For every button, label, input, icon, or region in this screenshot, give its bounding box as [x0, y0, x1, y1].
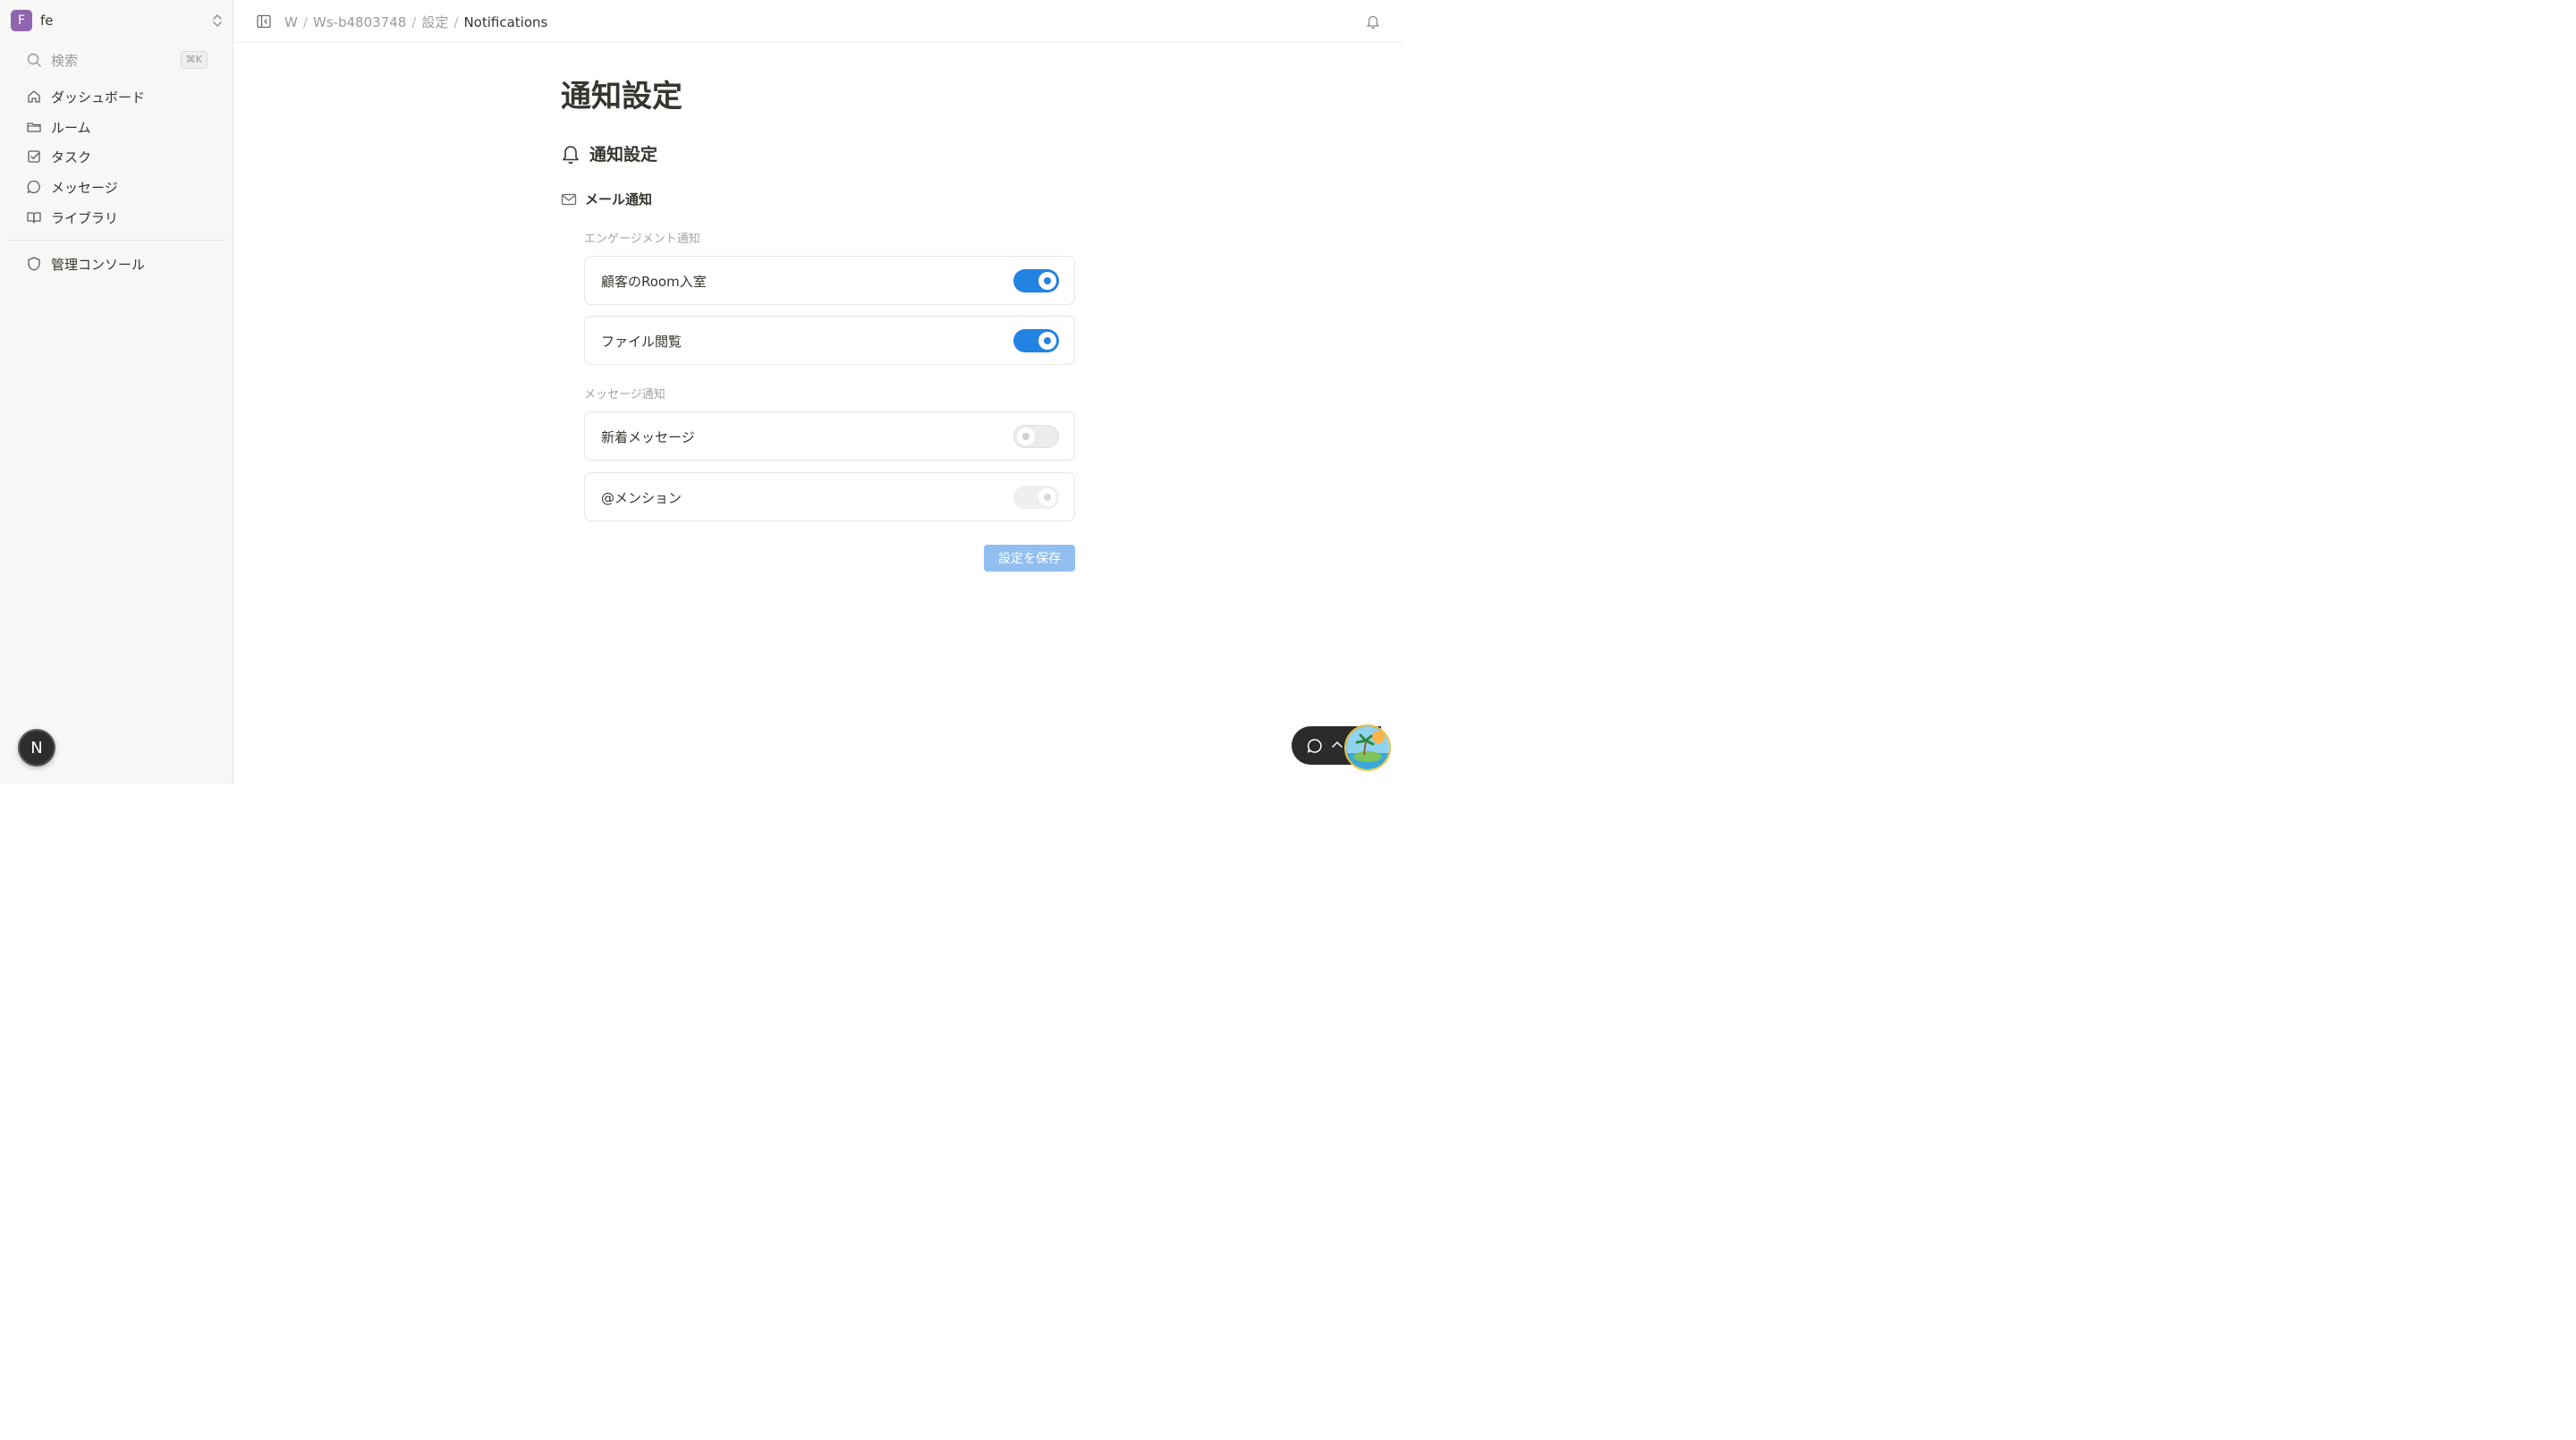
search-icon	[27, 53, 41, 67]
setting-file-view: ファイル閲覧	[584, 316, 1075, 365]
breadcrumb-item[interactable]: Ws-b4803748	[313, 14, 406, 30]
workspace-name: fe	[40, 13, 54, 29]
sidebar-item-messages[interactable]: メッセージ	[18, 174, 215, 200]
mail-icon	[561, 193, 577, 205]
sidebar-item-library[interactable]: ライブラリ	[18, 204, 215, 231]
breadcrumb: W / Ws-b4803748 / 設定 / Notifications	[284, 13, 547, 31]
folder-icon	[27, 123, 41, 132]
setting-label: ファイル閲覧	[601, 334, 682, 350]
sidebar-item-tasks[interactable]: タスク	[18, 143, 215, 170]
email-notification-header: メール通知	[561, 190, 652, 208]
sidebar-item-label: ダッシュボード	[51, 89, 146, 106]
breadcrumb-separator: /	[411, 13, 417, 30]
chat-icon	[1307, 739, 1322, 753]
island-avatar-image	[1346, 726, 1389, 769]
sidebar-item-rooms[interactable]: ルーム	[18, 114, 215, 140]
sidebar-item-dashboard[interactable]: ダッシュボード	[18, 83, 215, 110]
chevron-up-icon	[1332, 741, 1343, 748]
email-notification-title: メール通知	[585, 191, 653, 208]
workspace-avatar: F	[11, 10, 32, 31]
book-icon	[27, 212, 41, 224]
chat-bubble-icon	[27, 180, 40, 194]
breadcrumb-current: Notifications	[463, 13, 548, 30]
sidebar-item-label: 管理コンソール	[51, 256, 146, 273]
setting-label: 新着メッセージ	[601, 429, 695, 445]
sidebar-item-label: タスク	[51, 148, 92, 165]
setting-new-message: 新着メッセージ	[584, 411, 1075, 461]
sidebar-item-label: メッセージ	[51, 179, 118, 196]
group-label-messages: メッセージ通知	[584, 388, 665, 402]
breadcrumb-separator: /	[302, 13, 308, 30]
setting-room-entry: 顧客のRoom入室	[584, 256, 1075, 305]
user-avatar-button[interactable]: N	[18, 729, 55, 767]
chevron-up-down-icon	[213, 14, 222, 27]
checkbox-icon	[28, 150, 40, 163]
sidebar-item-admin-console[interactable]: 管理コンソール	[18, 250, 215, 277]
top-bar: W / Ws-b4803748 / 設定 / Notifications	[234, 0, 1402, 43]
breadcrumb-item[interactable]: W	[284, 14, 298, 30]
sidebar-toggle-icon[interactable]	[256, 13, 272, 30]
room-entry-toggle[interactable]	[1013, 269, 1059, 292]
mention-toggle[interactable]	[1013, 486, 1059, 509]
breadcrumb-separator: /	[453, 13, 459, 30]
shield-icon	[28, 257, 40, 271]
workspace-switcher[interactable]: F fe	[11, 10, 224, 31]
group-label-engagement: エンゲージメント通知	[584, 233, 700, 246]
bell-icon	[563, 145, 579, 164]
save-settings-button[interactable]: 設定を保存	[984, 545, 1075, 572]
notification-bell-icon[interactable]	[1365, 13, 1381, 30]
new-message-toggle[interactable]	[1013, 425, 1059, 448]
search-shortcut: ⌘K	[180, 51, 208, 69]
sidebar: F fe 検索 ⌘K ダッシュボード ルーム タスク メッセージ ライブラリ 管…	[0, 0, 233, 784]
chat-avatar[interactable]	[1344, 724, 1391, 771]
setting-mention: @メンション	[584, 472, 1075, 521]
sidebar-item-label: ルーム	[51, 119, 91, 136]
setting-label: @メンション	[601, 490, 682, 506]
sidebar-divider	[7, 240, 225, 241]
search-label: 検索	[51, 52, 79, 69]
file-view-toggle[interactable]	[1013, 329, 1059, 352]
breadcrumb-item[interactable]: 設定	[421, 13, 448, 31]
sidebar-item-label: ライブラリ	[51, 209, 119, 226]
section-header: 通知設定	[561, 141, 657, 165]
page-title: 通知設定	[561, 79, 682, 114]
setting-label: 顧客のRoom入室	[601, 274, 707, 290]
search-button[interactable]: 検索 ⌘K	[18, 48, 209, 72]
home-icon	[28, 90, 40, 103]
section-title: 通知設定	[589, 145, 658, 165]
